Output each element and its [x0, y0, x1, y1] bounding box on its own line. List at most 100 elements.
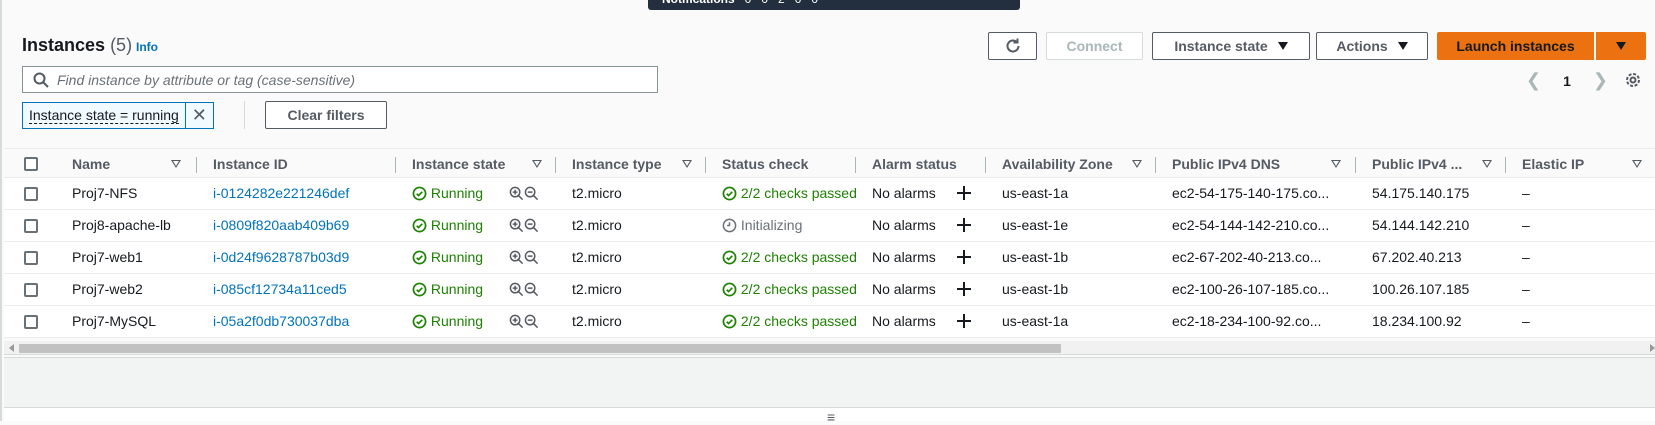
check-circle-icon — [722, 186, 737, 201]
column-header-instance-type[interactable]: Instance type — [572, 149, 661, 179]
cell-instance-type: t2.micro — [572, 281, 622, 297]
gear-icon[interactable] — [1624, 71, 1642, 89]
column-header-elastic-ip[interactable]: Elastic IP — [1522, 149, 1584, 179]
cell-instance-id-link[interactable]: i-0d24f9628787b03d9 — [213, 242, 349, 274]
actions-dropdown[interactable]: Actions — [1316, 32, 1428, 60]
cell-alarm-status: No alarms — [872, 185, 936, 201]
table-row[interactable]: Proj7-MySQL i-05a2f0db730037dba Running t2… — [4, 306, 1655, 338]
zoom-in-icon[interactable] — [509, 250, 524, 265]
horizontal-scrollbar[interactable] — [4, 341, 1655, 355]
column-resizer[interactable] — [1355, 157, 1356, 173]
add-icon[interactable] — [956, 217, 972, 233]
add-alarm-button[interactable] — [956, 281, 972, 297]
cell-public-ip: 18.234.100.92 — [1372, 313, 1462, 329]
table-row[interactable]: Proj7-web2 i-085cf12734a11ced5 Running t2.… — [4, 274, 1655, 306]
cell-availability-zone: us-east-1a — [1002, 313, 1069, 329]
cell-instance-type: t2.micro — [572, 249, 622, 265]
column-header-alarm-status[interactable]: Alarm status — [872, 149, 957, 179]
column-resizer[interactable] — [196, 157, 197, 173]
notification-count-3: 0 — [795, 0, 802, 10]
row-checkbox[interactable] — [24, 315, 38, 329]
cell-instance-id-link[interactable]: i-0809f820aab409b69 — [213, 210, 349, 242]
scrollbar-thumb[interactable] — [19, 344, 1061, 353]
info-link[interactable]: Info — [136, 40, 158, 54]
add-alarm-button[interactable] — [956, 217, 972, 233]
table-row[interactable]: Proj7-web1 i-0d24f9628787b03d9 Running t2.… — [4, 242, 1655, 274]
zoom-out-icon[interactable] — [524, 282, 539, 297]
resize-handle-icon[interactable]: ≡ — [827, 410, 835, 424]
add-icon[interactable] — [956, 249, 972, 265]
column-header-name[interactable]: Name — [72, 149, 110, 179]
column-resizer[interactable] — [395, 157, 396, 173]
table-row[interactable]: Proj8-apache-lb i-0809f820aab409b69 Runni… — [4, 210, 1655, 242]
sort-icon[interactable] — [171, 160, 181, 168]
column-resizer[interactable] — [1155, 157, 1156, 173]
add-icon[interactable] — [956, 281, 972, 297]
row-checkbox[interactable] — [24, 251, 38, 265]
table-row[interactable]: Proj7-NFS i-0124282e221246def Running t2.m… — [4, 178, 1655, 210]
zoom-in-icon[interactable] — [509, 218, 524, 233]
sort-icon[interactable] — [682, 160, 692, 168]
column-header-public-dns[interactable]: Public IPv4 DNS — [1172, 149, 1280, 179]
cell-status-check: 2/2 checks passed — [722, 242, 857, 274]
cell-public-ip: 100.26.107.185 — [1372, 281, 1470, 297]
add-icon[interactable] — [956, 185, 972, 201]
check-circle-icon — [722, 250, 737, 265]
sort-icon[interactable] — [1632, 160, 1642, 168]
column-header-instance-state[interactable]: Instance state — [412, 149, 505, 179]
check-circle-icon — [722, 282, 737, 297]
zoom-in-icon[interactable] — [509, 314, 524, 329]
row-checkbox[interactable] — [24, 283, 38, 297]
column-resizer[interactable] — [985, 157, 986, 173]
zoom-in-icon[interactable] — [509, 186, 524, 201]
column-resizer[interactable] — [1505, 157, 1506, 173]
row-checkbox[interactable] — [24, 219, 38, 233]
row-checkbox[interactable] — [24, 187, 38, 201]
column-resizer[interactable] — [855, 157, 856, 173]
zoom-out-icon[interactable] — [524, 250, 539, 265]
column-resizer[interactable] — [705, 157, 706, 173]
scroll-left-icon[interactable] — [9, 344, 14, 352]
launch-instances-button[interactable]: Launch instances — [1437, 32, 1594, 60]
column-header-status-check[interactable]: Status check — [722, 149, 808, 179]
zoom-out-icon[interactable] — [524, 218, 539, 233]
sort-icon[interactable] — [1482, 160, 1492, 168]
cell-instance-state: Running — [412, 242, 483, 274]
cell-instance-id-link[interactable]: i-05a2f0db730037dba — [213, 306, 349, 338]
column-header-availability-zone[interactable]: Availability Zone — [1002, 149, 1113, 179]
add-alarm-button[interactable] — [956, 185, 972, 201]
sort-icon[interactable] — [1331, 160, 1341, 168]
filter-token[interactable]: Instance state = running ✕ — [22, 102, 214, 129]
cell-instance-id-link[interactable]: i-0124282e221246def — [213, 178, 349, 210]
add-icon[interactable] — [956, 313, 972, 329]
chevron-down-icon — [1616, 42, 1626, 50]
zoom-out-icon[interactable] — [524, 314, 539, 329]
connect-button[interactable]: Connect — [1046, 32, 1143, 60]
sort-icon[interactable] — [532, 160, 542, 168]
search-bar[interactable] — [22, 66, 658, 93]
refresh-button[interactable] — [988, 32, 1037, 60]
zoom-in-icon[interactable] — [509, 282, 524, 297]
next-page-icon[interactable]: ❯ — [1593, 70, 1608, 91]
column-resizer[interactable] — [555, 157, 556, 173]
cell-instance-id-link[interactable]: i-085cf12734a11ced5 — [213, 274, 347, 306]
filter-token-label[interactable]: Instance state = running — [22, 102, 185, 129]
zoom-out-icon[interactable] — [524, 186, 539, 201]
launch-instances-menu-button[interactable] — [1596, 32, 1646, 60]
add-alarm-button[interactable] — [956, 249, 972, 265]
scroll-right-icon[interactable] — [1650, 344, 1655, 352]
search-input[interactable] — [57, 71, 637, 88]
instance-state-dropdown[interactable]: Instance state — [1152, 32, 1310, 60]
instance-state-text: Running — [430, 185, 484, 201]
sort-icon[interactable] — [1132, 160, 1142, 168]
instance-state-text: Running — [430, 249, 484, 265]
close-icon[interactable]: ✕ — [184, 102, 214, 129]
current-page[interactable]: 1 — [1563, 73, 1571, 89]
clear-filters-button[interactable]: Clear filters — [265, 101, 387, 129]
column-header-instance-id[interactable]: Instance ID — [213, 149, 288, 179]
column-header-public-ip[interactable]: Public IPv4 ... — [1372, 149, 1462, 179]
previous-page-icon[interactable]: ❮ — [1526, 70, 1541, 91]
notifications-bar[interactable]: Notifications 0 0 2 0 0 — [648, 0, 1020, 10]
select-all-checkbox[interactable] — [24, 157, 38, 171]
add-alarm-button[interactable] — [956, 313, 972, 329]
